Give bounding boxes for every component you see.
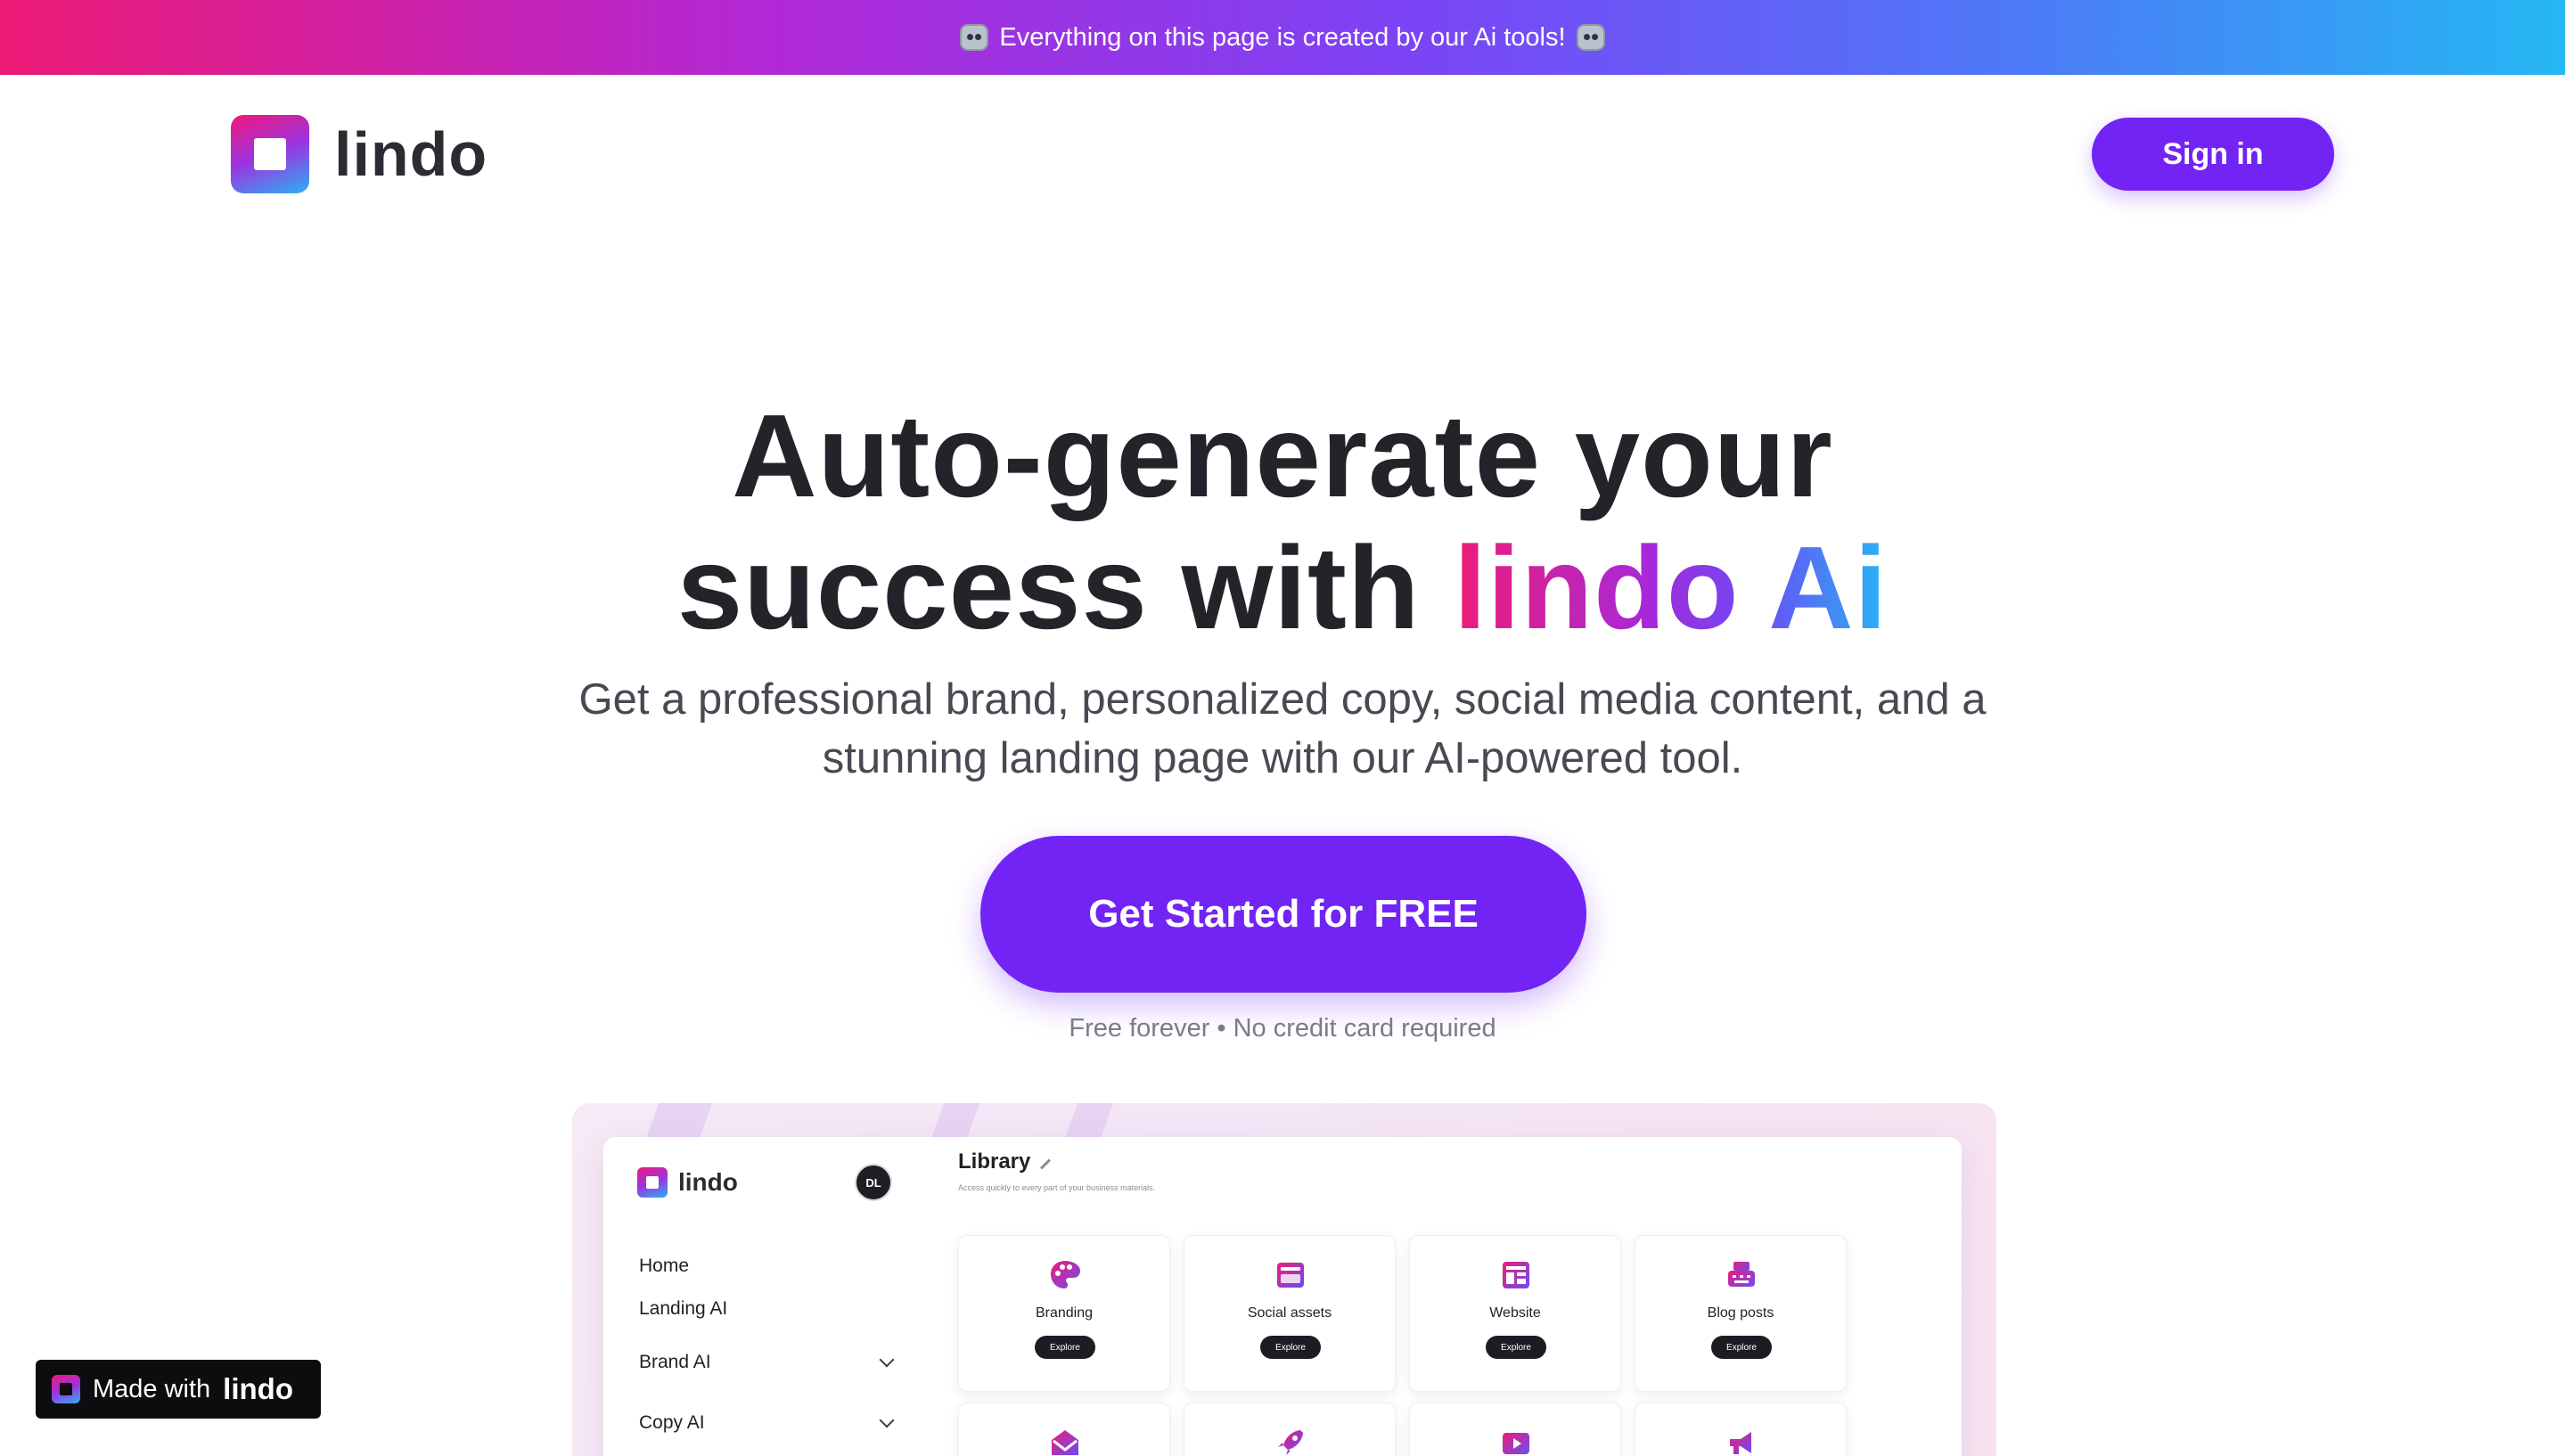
library-card-blog-posts[interactable]: Blog posts Explore xyxy=(1635,1235,1847,1392)
sidebar-item-label: Home xyxy=(639,1256,690,1276)
banner-text: Everything on this page is created by ou… xyxy=(999,22,1566,52)
library-card-video[interactable] xyxy=(1409,1403,1621,1456)
card-label: Blog posts xyxy=(1707,1305,1774,1321)
library-card-email[interactable] xyxy=(958,1403,1170,1456)
social-assets-icon xyxy=(1273,1257,1308,1293)
badge-prefix: Made with xyxy=(93,1374,211,1403)
explore-button[interactable]: Explore xyxy=(1711,1336,1772,1359)
sidebar-item-copy-ai[interactable]: Copy AI xyxy=(639,1410,897,1436)
library-card-website[interactable]: Website Explore xyxy=(1409,1235,1621,1392)
robot-icon xyxy=(960,24,989,51)
cta-note: Free forever • No credit card required xyxy=(1069,1014,1496,1043)
sidebar-item-landing-ai[interactable]: Landing AI xyxy=(639,1296,897,1322)
library-card-launch[interactable] xyxy=(1184,1403,1396,1456)
megaphone-icon xyxy=(1724,1425,1759,1456)
hero-title-line2-prefix: success with xyxy=(676,522,1421,653)
sidebar-item-label: Copy AI xyxy=(639,1412,705,1433)
card-label: Social assets xyxy=(1247,1305,1332,1321)
robot-icon xyxy=(1576,24,1605,51)
sidebar-item-brand-ai[interactable]: Brand AI xyxy=(639,1349,897,1376)
library-title: Library xyxy=(958,1149,1052,1174)
announcement-banner: Everything on this page is created by ou… xyxy=(0,0,2565,75)
library-subtitle: Access quickly to every part of your bus… xyxy=(958,1183,1156,1192)
logo-mark-icon xyxy=(52,1375,80,1403)
hero-title: Auto-generate your success with lindo Ai xyxy=(0,390,2565,654)
explore-button[interactable]: Explore xyxy=(1260,1336,1321,1359)
palette-icon xyxy=(1047,1257,1083,1293)
sidebar-item-home[interactable]: Home xyxy=(639,1253,897,1280)
library-card-ads[interactable] xyxy=(1635,1403,1847,1456)
chevron-down-icon xyxy=(879,1412,895,1428)
typewriter-icon xyxy=(1724,1257,1759,1293)
hero-subtitle: Get a professional brand, personalized c… xyxy=(578,675,1987,782)
card-label: Branding xyxy=(1035,1305,1094,1321)
hero-title-highlight: lindo Ai xyxy=(1454,522,1889,653)
hero-title-line1: Auto-generate your xyxy=(732,390,1833,521)
explore-button[interactable]: Explore xyxy=(1486,1336,1546,1359)
card-label: Website xyxy=(1489,1305,1541,1321)
app-preview: lindo DL Home Landing AI Brand AI Copy A… xyxy=(603,1137,1962,1456)
preview-logo: lindo xyxy=(637,1167,738,1198)
sign-in-button[interactable]: Sign in xyxy=(2092,118,2334,191)
brand-logo[interactable]: lindo xyxy=(231,115,488,193)
chevron-down-icon xyxy=(879,1352,895,1368)
explore-button[interactable]: Explore xyxy=(1035,1336,1095,1359)
play-icon xyxy=(1498,1425,1534,1456)
library-card-branding[interactable]: Branding Explore xyxy=(958,1235,1170,1392)
sidebar-item-label: Landing AI xyxy=(639,1298,728,1319)
library-card-social-assets[interactable]: Social assets Explore xyxy=(1184,1235,1396,1392)
get-started-button[interactable]: Get Started for FREE xyxy=(980,836,1586,993)
logo-mark-icon xyxy=(231,115,309,193)
pencil-icon[interactable] xyxy=(1040,1157,1052,1170)
website-icon xyxy=(1498,1257,1534,1293)
envelope-icon xyxy=(1047,1425,1083,1456)
made-with-badge[interactable]: Made with lindo xyxy=(36,1360,321,1419)
rocket-icon xyxy=(1273,1425,1308,1456)
library-title-text: Library xyxy=(958,1149,1031,1174)
logo-mark-icon xyxy=(637,1167,668,1198)
preview-brand-name: lindo xyxy=(678,1168,738,1196)
avatar[interactable]: DL xyxy=(855,1164,892,1201)
preview-sidebar-nav: Home Landing AI Brand AI Copy AI xyxy=(639,1253,897,1436)
sidebar-item-label: Brand AI xyxy=(639,1352,711,1372)
brand-name: lindo xyxy=(334,119,488,189)
badge-brand: lindo xyxy=(223,1372,293,1405)
